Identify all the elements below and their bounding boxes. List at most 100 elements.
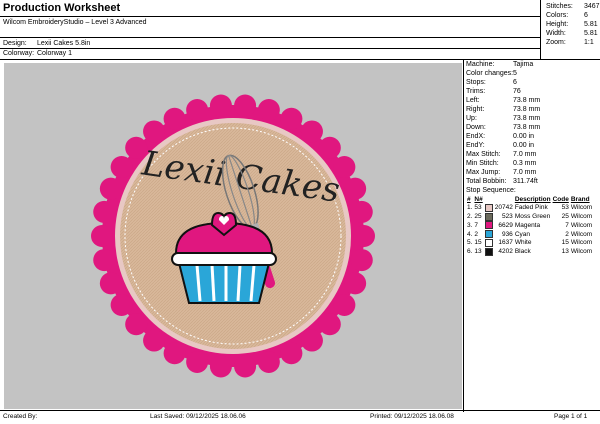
summary-value: 1:1 (584, 39, 594, 46)
row-number: 3. (467, 221, 473, 229)
thread-number: 1637 (498, 239, 513, 247)
detail-row: Max Jump: 7.0 mm (466, 169, 536, 176)
detail-value: 0.00 in (513, 133, 535, 140)
detail-label: Trims: (466, 88, 486, 95)
detail-value: 73.8 mm (513, 124, 541, 131)
design-label: Design: (3, 40, 27, 47)
thread-description: Faded Pink (514, 204, 548, 212)
swatch-icon (484, 230, 493, 239)
design-row: Design: Lexii Cakes 5.8in (3, 40, 90, 47)
thread-number: 4202 (498, 247, 513, 255)
page-title: Production Worksheet (3, 2, 121, 14)
color-swatch (484, 238, 494, 248)
detail-label: Color changes: (466, 70, 514, 77)
summary-label: Colors: (546, 12, 569, 19)
table-row: 5. 15 1637 White 15 Wilcom (466, 238, 593, 248)
printed-date: Printed: 09/12/2025 18.06.08 (370, 413, 454, 420)
summary-label: Stitches: (546, 3, 573, 10)
design-preview: Lexii Cakes (4, 63, 462, 409)
detail-value: 0.3 mm (513, 160, 537, 167)
column-header: Description (514, 196, 551, 203)
summary-value: 6 (584, 12, 588, 19)
detail-label: Down: (466, 124, 486, 131)
colorway-row: Colorway: Colorway 1 (3, 50, 72, 57)
stop-sequence-title: Stop Sequence: (466, 187, 516, 194)
detail-value: 7.0 mm (513, 151, 537, 158)
detail-label: EndY: (466, 142, 485, 149)
detail-value: 7.0 mm (513, 169, 537, 176)
detail-row: Up: 73.8 mm (466, 115, 540, 122)
swatch-icon (484, 221, 493, 230)
column-header: Brand (570, 196, 590, 203)
thread-brand: Wilcom (570, 239, 593, 247)
detail-label: Max Stitch: (466, 151, 501, 158)
colorway-value: Colorway 1 (37, 50, 73, 57)
needle-number: 2 (474, 230, 479, 238)
summary-value: 5.81 in (584, 21, 600, 28)
color-swatch (484, 212, 494, 222)
row-number: 5. (467, 239, 473, 247)
detail-row: Color changes:5 (466, 70, 517, 77)
detail-label: Left: (466, 97, 480, 104)
created-by: Created By: (3, 413, 38, 420)
detail-value: 73.8 mm (513, 97, 541, 104)
summary-value: 34671 (584, 3, 600, 10)
thread-brand: Wilcom (570, 204, 593, 212)
thread-code: 13 (561, 247, 569, 255)
detail-label: Right: (466, 106, 485, 113)
detail-row: Min Stitch: 0.3 mm (466, 160, 536, 167)
detail-label: Total Bobbin: (466, 178, 507, 185)
summary-value: 5.81 in (584, 30, 600, 37)
swatch-icon (484, 204, 493, 212)
summary-label: Width: (546, 30, 566, 37)
column-header: # (467, 196, 471, 203)
detail-label: Max Jump: (466, 169, 501, 176)
detail-value: 76 (513, 88, 521, 95)
column-header: Code (552, 196, 569, 203)
detail-value: 6 (513, 79, 517, 86)
detail-value: 73.8 mm (513, 115, 541, 122)
detail-row: Left: 73.8 mm (466, 97, 540, 104)
thread-code: 15 (561, 239, 569, 247)
last-saved: Last Saved: 09/12/2025 18.06.06 (150, 413, 246, 420)
thread-code: 25 (561, 213, 569, 221)
detail-value: 311.74ft (513, 178, 538, 185)
summary-row: Stitches: 34671 (546, 3, 600, 10)
table-row: 6. 13 4202 Black 13 Wilcom (466, 247, 593, 257)
detail-value: 0.00 in (513, 142, 535, 149)
page-number: Page 1 of 1 (554, 413, 588, 420)
detail-row: Max Stitch: 7.0 mm (466, 151, 536, 158)
thread-brand: Wilcom (570, 247, 593, 255)
detail-label: Min Stitch: (466, 160, 499, 167)
detail-row: Trims: 76 (466, 88, 521, 95)
detail-label: Machine: (466, 61, 495, 68)
stop-sequence-table: # N# Description Code Brand 1. 53 20742 Faded P… (466, 196, 593, 256)
table-row: 2. 25 523 Moss Green 25 Wilcom (466, 212, 593, 222)
detail-row: Right: 73.8 mm (466, 106, 540, 113)
thread-description: Cyan (514, 230, 530, 238)
row-number: 1. (467, 204, 473, 212)
detail-row: Machine: Tajima (466, 61, 533, 68)
embroidery-artwork: Lexii Cakes (91, 94, 375, 378)
detail-row: Down: 73.8 mm (466, 124, 540, 131)
thread-number: 523 (501, 213, 513, 221)
detail-value: 5 (513, 70, 517, 77)
detail-value: 73.8 mm (513, 106, 541, 113)
swatch-icon (484, 212, 493, 221)
thread-number: 936 (501, 230, 513, 238)
needle-number: 53 (474, 204, 482, 212)
thread-brand: Wilcom (570, 213, 593, 221)
color-swatch (484, 230, 494, 239)
thread-description: Magenta (514, 221, 541, 229)
thread-description: Moss Green (514, 213, 551, 221)
color-swatch (484, 204, 494, 213)
summary-row: Colors: 6 (546, 12, 588, 19)
thread-brand: Wilcom (570, 221, 593, 229)
colorway-label: Colorway: (3, 50, 35, 57)
thread-description: Black (514, 247, 531, 255)
table-row: 4. 2 936 Cyan 2 Wilcom (466, 230, 593, 239)
summary-row: Zoom: 1:1 (546, 39, 594, 46)
row-number: 6. (467, 247, 473, 255)
color-swatch (484, 247, 494, 257)
detail-row: EndY: 0.00 in (466, 142, 534, 149)
